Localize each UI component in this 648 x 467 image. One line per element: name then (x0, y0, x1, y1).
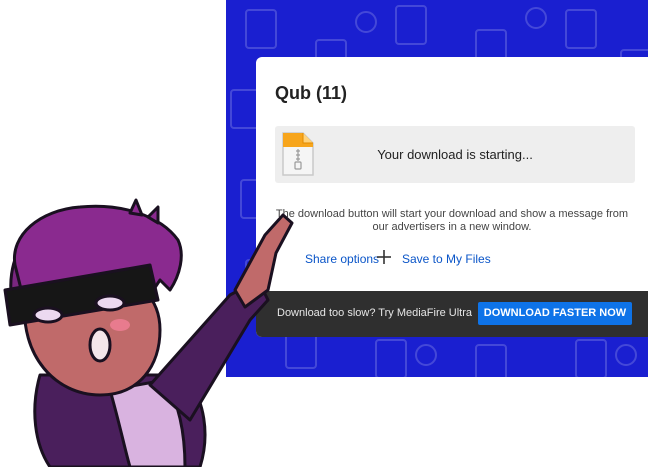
download-faster-button[interactable]: DOWNLOAD FASTER NOW (478, 302, 632, 325)
download-status-text: Your download is starting... (377, 147, 533, 162)
file-title: Qub (11) (275, 83, 348, 103)
download-status-box: Your download is starting... (275, 126, 635, 183)
save-to-my-files-label: Save to My Files (402, 252, 491, 266)
mascot-character (3, 198, 294, 467)
notice-line-2: our advertisers in a new window. (372, 221, 532, 233)
promo-bar: Download too slow? Try MediaFire Ultra D… (256, 291, 648, 337)
plus-icon (377, 250, 391, 264)
promo-text: Download too slow? Try MediaFire Ultra (277, 307, 473, 319)
share-options-link[interactable]: Share options (305, 252, 379, 266)
save-to-my-files-link[interactable]: Save to My Files (377, 250, 491, 266)
download-notice: The download button will start your down… (266, 208, 638, 234)
notice-line-1: The download button will start your down… (275, 208, 629, 220)
